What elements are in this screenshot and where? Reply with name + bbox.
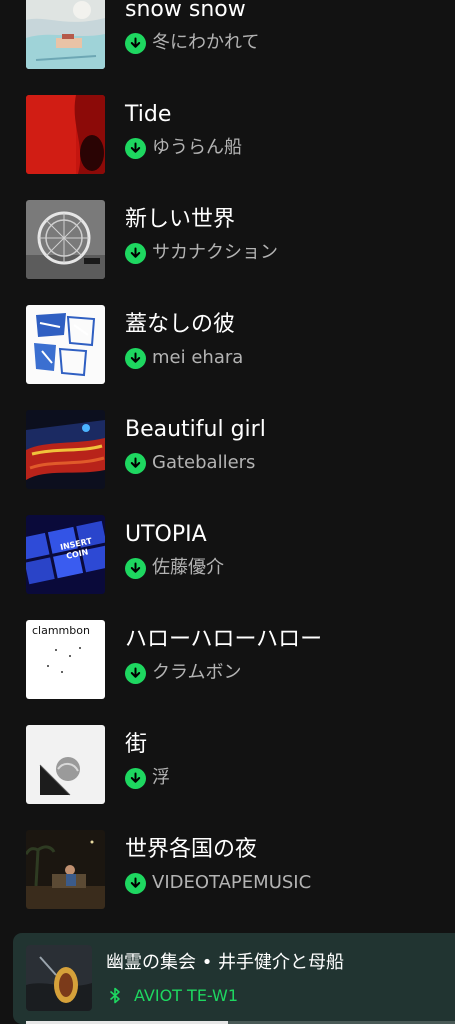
now-playing-bar[interactable]: 幽霊の集会 • 井手健介と母船 AVIOT TE-W1 xyxy=(13,933,455,1024)
track-artist: 佐藤優介 xyxy=(152,557,224,578)
track-row[interactable]: INSERT COIN UTOPIA 佐藤優介 xyxy=(0,492,455,597)
track-title: 新しい世界 xyxy=(125,207,236,232)
album-art xyxy=(26,305,105,384)
track-row[interactable]: Beautiful girl Gateballers xyxy=(0,387,455,492)
track-row[interactable]: snow snow 冬にわかれて xyxy=(0,0,455,72)
now-playing-album-art xyxy=(26,945,92,1011)
track-title: 蓋なしの彼 xyxy=(125,312,236,337)
download-icon xyxy=(125,557,146,579)
track-subtitle: ゆうらん船 xyxy=(125,136,242,160)
track-row[interactable]: Tide ゆうらん船 xyxy=(0,72,455,177)
track-artist: mei ehara xyxy=(152,347,244,368)
track-artist: VIDEOTAPEMUSIC xyxy=(152,872,312,893)
track-subtitle: 冬にわかれて xyxy=(125,31,259,55)
track-subtitle: mei ehara xyxy=(125,346,243,370)
album-art: INSERT COIN xyxy=(26,515,105,594)
track-artist: Gateballers xyxy=(152,452,256,473)
now-playing-title: 幽霊の集会 • 井手健介と母船 xyxy=(106,952,345,973)
album-art xyxy=(26,725,105,804)
download-icon xyxy=(125,872,146,894)
download-icon xyxy=(125,767,146,789)
track-artist: サカナクション xyxy=(152,242,278,263)
track-artist: 浮 xyxy=(152,767,170,788)
track-row[interactable]: 蓋なしの彼 mei ehara xyxy=(0,282,455,387)
download-icon xyxy=(125,137,146,159)
track-title: ハローハローハロー xyxy=(125,627,323,652)
track-row[interactable]: clammbon ハローハローハロー クラムボン xyxy=(0,597,455,702)
album-art: clammbon xyxy=(26,620,105,699)
download-icon xyxy=(125,242,146,264)
connected-device[interactable]: AVIOT TE-W1 xyxy=(109,984,238,1006)
track-list: snow snow 冬にわかれて Tide ゆうらん船 新しい世界 サカナクショ… xyxy=(0,0,455,912)
album-art xyxy=(26,410,105,489)
track-title: UTOPIA xyxy=(125,522,207,547)
track-title: snow snow xyxy=(125,0,246,22)
album-art xyxy=(26,830,105,909)
download-icon xyxy=(125,32,146,54)
download-icon xyxy=(125,452,146,474)
track-subtitle: Gateballers xyxy=(125,451,255,475)
track-row[interactable]: 世界各国の夜 VIDEOTAPEMUSIC xyxy=(0,807,455,912)
album-art xyxy=(26,95,105,174)
track-artist: 冬にわかれて xyxy=(152,32,260,53)
bluetooth-icon xyxy=(109,987,121,1004)
track-subtitle: 佐藤優介 xyxy=(125,556,224,580)
track-artist: クラムボン xyxy=(152,662,242,683)
track-row[interactable]: 街 浮 xyxy=(0,702,455,807)
track-title: 街 xyxy=(125,732,148,757)
art-text-clammbon: clammbon xyxy=(32,624,90,637)
track-row[interactable]: 新しい世界 サカナクション xyxy=(0,177,455,282)
track-subtitle: 浮 xyxy=(125,766,170,790)
track-title: Tide xyxy=(125,102,172,127)
track-title: Beautiful girl xyxy=(125,417,266,442)
track-subtitle: VIDEOTAPEMUSIC xyxy=(125,871,311,895)
track-subtitle: サカナクション xyxy=(125,241,278,265)
track-subtitle: クラムボン xyxy=(125,661,241,685)
album-art xyxy=(26,200,105,279)
download-icon xyxy=(125,662,146,684)
device-name: AVIOT TE-W1 xyxy=(134,985,239,1005)
track-title: 世界各国の夜 xyxy=(125,837,258,862)
track-artist: ゆうらん船 xyxy=(152,137,242,158)
download-icon xyxy=(125,347,146,369)
album-art xyxy=(26,0,105,69)
